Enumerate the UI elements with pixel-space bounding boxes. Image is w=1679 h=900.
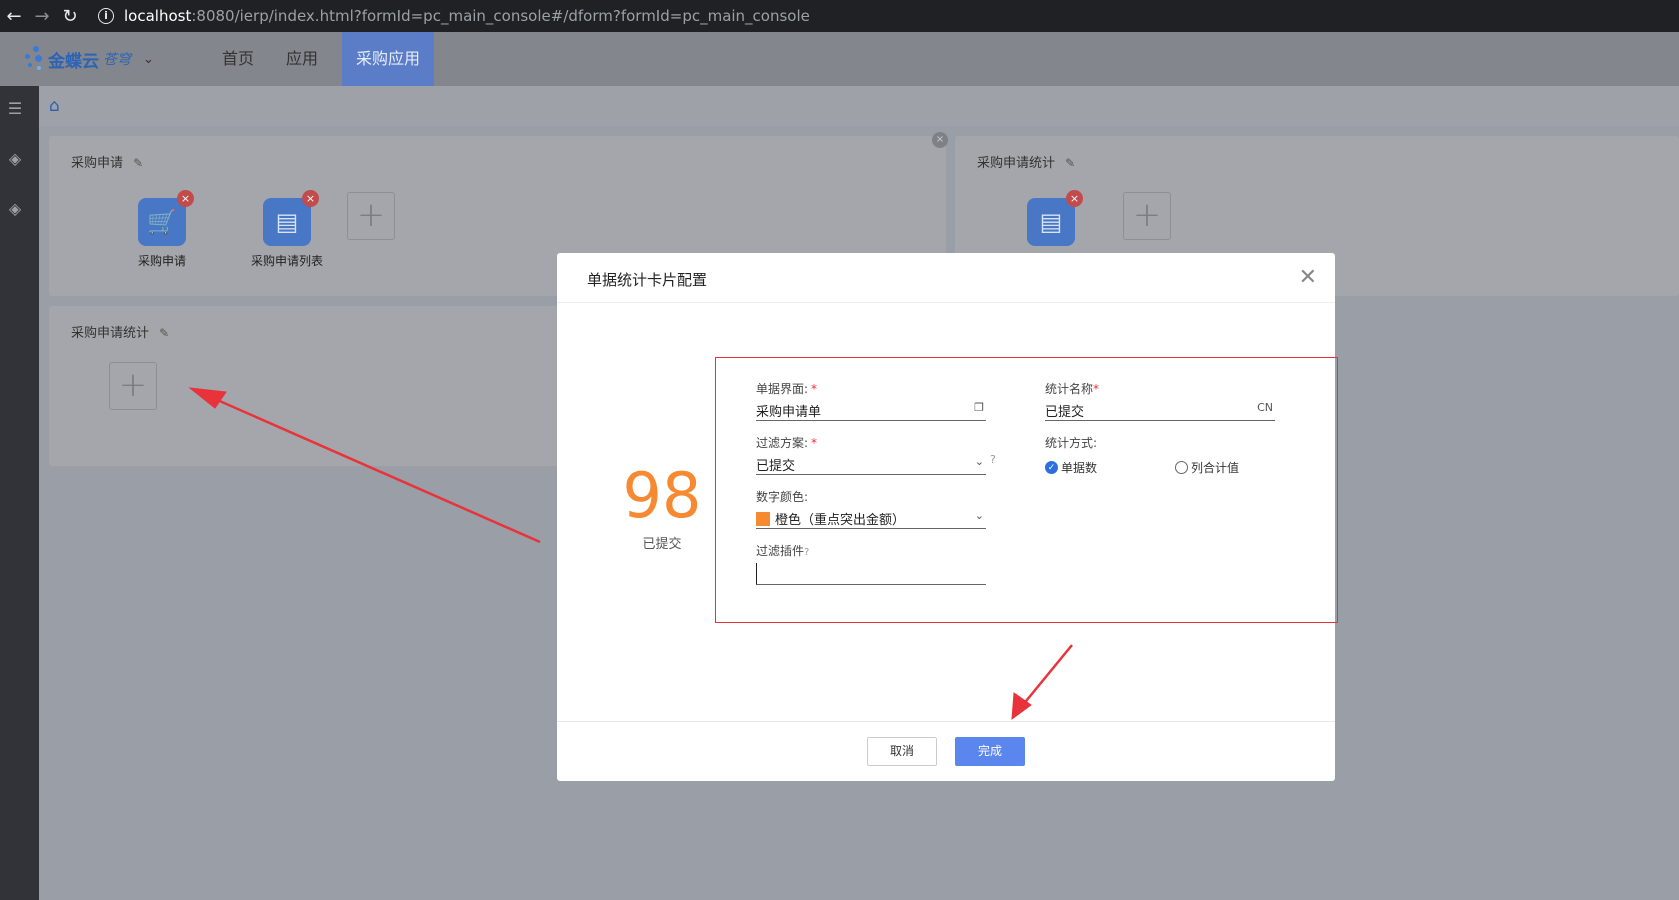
cart-icon: 🛒 × xyxy=(138,190,194,246)
reload-icon[interactable]: ↻ xyxy=(56,6,84,27)
number-color-select[interactable]: 橙色（重点突出金额） ⌄ xyxy=(756,509,986,529)
logo[interactable]: 金蝶云 苍穹 ⌄ xyxy=(22,42,154,76)
chevron-down-icon[interactable]: ⌄ xyxy=(975,455,984,468)
field-label: 过滤插件 xyxy=(756,544,805,558)
breadcrumb: ⌂ xyxy=(39,86,1679,126)
delete-icon[interactable]: × xyxy=(302,190,319,207)
close-icon[interactable]: ✕ xyxy=(1299,265,1317,290)
logo-mark-icon xyxy=(22,42,46,76)
close-card-icon[interactable]: × xyxy=(932,132,948,148)
color-swatch xyxy=(756,512,770,526)
done-button[interactable]: 完成 xyxy=(955,737,1025,766)
app-label: 采购申请列表 xyxy=(250,254,323,268)
filter-scheme-select[interactable]: 已提交 ⌄ xyxy=(756,455,986,475)
config-form: 单据界面: * 采购申请单 ❐ 过滤方案: * 已提交 ⌄ ? 数字颜色: 橙色（重… xyxy=(715,357,1338,623)
site-info-icon[interactable]: i xyxy=(98,8,114,24)
logo-subtext: 苍穹 xyxy=(103,52,131,68)
field-label: 数字颜色: xyxy=(756,490,809,504)
list-icon[interactable]: ☰ xyxy=(4,98,26,120)
edit-icon[interactable]: ✎ xyxy=(133,156,143,170)
dialog-header: 单据统计卡片配置 ✕ xyxy=(557,253,1335,303)
radio-unchecked-icon xyxy=(1175,461,1188,474)
card-title: 采购申请统计 xyxy=(71,326,150,341)
dialog-title: 单据统计卡片配置 xyxy=(587,271,708,289)
bill-form-field: 单据界面: * 采购申请单 ❐ xyxy=(756,382,986,421)
help-icon[interactable]: ? xyxy=(804,547,809,558)
bill-form-input[interactable]: 采购申请单 ❐ xyxy=(756,401,986,421)
top-nav: 首页 应用 采购应用 xyxy=(206,32,435,86)
app-header: 金蝶云 苍穹 ⌄ 首页 应用 采购应用 xyxy=(0,32,1679,86)
left-sidebar: ☰ ◈ ◈ xyxy=(0,86,39,900)
field-label: 统计方式: xyxy=(1045,436,1098,450)
home-icon[interactable]: ⌂ xyxy=(49,96,60,116)
back-icon[interactable]: ← xyxy=(0,6,28,27)
url-host: localhost xyxy=(124,7,192,25)
field-label: 过滤方案: xyxy=(756,436,809,450)
language-toggle[interactable]: CN xyxy=(1257,401,1273,414)
filter-scheme-field: 过滤方案: * 已提交 ⌄ ? xyxy=(756,436,996,475)
stat-name-input[interactable]: 已提交 CN xyxy=(1045,401,1275,421)
copy-icon[interactable]: ❐ xyxy=(974,401,984,414)
cancel-button[interactable]: 取消 xyxy=(867,737,937,766)
number-color-field: 数字颜色: 橙色（重点突出金额） ⌄ xyxy=(756,488,986,529)
radio-column-sum[interactable]: 列合计值 xyxy=(1175,459,1239,476)
nav-apps[interactable]: 应用 xyxy=(270,32,334,86)
add-app-button[interactable]: + xyxy=(347,192,395,240)
nav-purchase-app[interactable]: 采购应用 xyxy=(342,32,435,86)
forward-icon[interactable]: → xyxy=(28,6,56,27)
app-purchase-request[interactable]: 🛒 × 采购申请 xyxy=(102,190,222,269)
edit-icon[interactable]: ✎ xyxy=(1065,156,1075,170)
dialog-footer: 取消 完成 xyxy=(557,721,1335,781)
nav-home[interactable]: 首页 xyxy=(206,32,270,86)
stat-method-field: 统计方式: ✓ 单据数 列合计值 xyxy=(1045,434,1305,476)
field-label: 统计名称 xyxy=(1045,382,1094,396)
chevron-down-icon[interactable]: ⌄ xyxy=(143,52,154,67)
preview-number: 98 xyxy=(622,459,702,532)
delete-icon[interactable]: × xyxy=(177,190,194,207)
browser-toolbar: ← → ↻ i localhost:8080/ierp/index.html?f… xyxy=(0,0,1679,32)
app-purchase-request-list[interactable]: ▤ × 采购申请列表 xyxy=(227,190,347,269)
help-icon[interactable]: ? xyxy=(990,453,996,466)
field-label: 单据界面: xyxy=(756,382,809,396)
layers-icon[interactable]: ◈ xyxy=(4,148,26,170)
card-title: 采购申请 xyxy=(71,156,124,171)
radio-checked-icon: ✓ xyxy=(1045,461,1058,474)
radio-bill-count[interactable]: ✓ 单据数 xyxy=(1045,459,1175,476)
delete-icon[interactable]: × xyxy=(1066,190,1083,207)
filter-plugin-input[interactable] xyxy=(756,563,986,585)
edit-icon[interactable]: ✎ xyxy=(159,326,169,340)
card-title: 采购申请统计 xyxy=(977,156,1056,171)
stat-preview: 98 已提交 xyxy=(607,459,717,553)
stat-name-field: 统计名称* 已提交 CN xyxy=(1045,382,1275,421)
document-icon: ▤ × xyxy=(1027,190,1083,246)
add-stat-card-button[interactable]: + xyxy=(109,362,157,410)
chevron-down-icon[interactable]: ⌄ xyxy=(975,509,984,522)
stat-method-radio-group: ✓ 单据数 列合计值 xyxy=(1045,459,1305,476)
filter-plugin-field: 过滤插件? xyxy=(756,542,986,585)
app-label: 采购申请 xyxy=(137,254,186,268)
preview-caption: 已提交 xyxy=(642,537,682,552)
stack-icon[interactable]: ◈ xyxy=(4,198,26,220)
document-icon: ▤ × xyxy=(263,190,319,246)
url-path: :8080/ierp/index.html?formId=pc_main_con… xyxy=(191,7,810,25)
add-app-button[interactable]: + xyxy=(1123,192,1171,240)
card-purchase-stats-left: 采购申请统计 ✎ + xyxy=(49,306,569,466)
address-bar[interactable]: i localhost:8080/ierp/index.html?formId=… xyxy=(98,7,810,25)
app-stat-item[interactable]: ▤ × xyxy=(991,190,1111,246)
logo-text: 金蝶云 xyxy=(48,51,99,72)
stat-card-config-dialog: 单据统计卡片配置 ✕ 98 已提交 单据界面: * 采购申请单 ❐ 过滤方案: * … xyxy=(557,253,1338,781)
